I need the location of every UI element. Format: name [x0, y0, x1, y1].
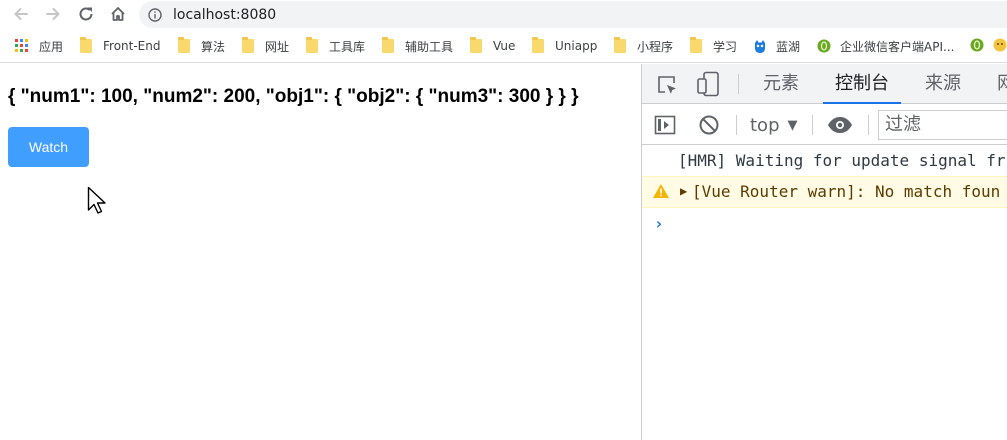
context-value: top: [750, 114, 780, 136]
toolbar-divider: [868, 115, 869, 135]
watch-button[interactable]: Watch: [8, 127, 89, 167]
mouse-cursor-icon: [87, 186, 106, 214]
apps-grid-icon: [15, 39, 29, 53]
bookmark-label: 蓝湖: [776, 39, 801, 54]
bookmark-label: 算法: [201, 39, 226, 54]
bookmark-study[interactable]: 学习: [690, 37, 737, 55]
bookmark-algorithm[interactable]: 算法: [178, 37, 225, 55]
bookmark-websites[interactable]: 网址: [242, 37, 289, 55]
folder-icon: [532, 37, 544, 53]
inspect-element-icon[interactable]: [656, 74, 678, 96]
folder-icon: [178, 37, 190, 53]
bookmark-lanhu[interactable]: 蓝湖: [754, 37, 800, 55]
sidebar-toggle-icon[interactable]: [654, 114, 676, 136]
context-selector[interactable]: top ▼: [750, 113, 798, 137]
bookmark-uniapp[interactable]: Uniapp: [532, 37, 597, 55]
warning-icon: [653, 184, 669, 198]
expand-triangle-icon[interactable]: ▶: [680, 184, 687, 198]
bookmark-label: 应用: [39, 39, 64, 54]
green-circle-icon: [817, 39, 831, 53]
bookmark-tool-library[interactable]: 工具库: [306, 37, 365, 55]
console-toolbar: top ▼ 过滤: [642, 105, 1007, 145]
folder-icon: [242, 37, 254, 53]
forward-button[interactable]: [42, 3, 64, 25]
device-toolbar-icon[interactable]: [696, 71, 720, 97]
console-warning-row[interactable]: ▶ [Vue Router warn]: No match foun: [642, 176, 1007, 208]
log-message: [HMR] Waiting for update signal fr: [678, 151, 1006, 170]
bookmark-vue[interactable]: Vue: [470, 37, 515, 55]
bookmark-label: 学习: [713, 39, 738, 54]
bookmark-label: 小程序: [637, 39, 674, 54]
bookmarks-bar: 应用 Front-End 算法 网址 工具库 辅助工具 Vue Uniapp 小…: [0, 29, 1007, 63]
tab-sources[interactable]: 来源: [925, 64, 961, 104]
emoji-icon[interactable]: [993, 38, 1007, 52]
json-output: { "num1": 100, "num2": 200, "obj1": { "o…: [8, 86, 579, 107]
home-icon: [111, 7, 125, 21]
console-log-row: [HMR] Waiting for update signal fr: [642, 146, 1007, 178]
bookmark-label: 企业微信客户端API...: [840, 39, 955, 54]
back-button[interactable]: [10, 3, 32, 25]
lanhu-icon: [755, 40, 765, 53]
caret-down-icon: ▼: [787, 117, 798, 133]
warning-message: [Vue Router warn]: No match foun: [692, 182, 1001, 201]
bookmark-wecom-api[interactable]: 企业微信客户端API...: [817, 37, 954, 55]
devtools-panel: 元素 控制台 来源 网 top ▼ 过滤 [HMR] Waiting for u…: [641, 64, 1007, 440]
folder-icon: [80, 37, 92, 53]
bookmark-label: 工具库: [329, 39, 366, 54]
console-filter-input[interactable]: 过滤: [878, 110, 1007, 140]
home-button[interactable]: [107, 3, 129, 25]
bookmark-label: Vue: [493, 39, 516, 53]
green-circle-icon[interactable]: [970, 38, 984, 52]
eye-icon[interactable]: [827, 116, 853, 134]
bookmark-apps[interactable]: 应用: [15, 37, 63, 55]
folder-icon: [690, 37, 702, 53]
folder-icon: [306, 37, 318, 53]
console-prompt[interactable]: ›: [654, 214, 664, 233]
tab-console[interactable]: 控制台: [823, 64, 901, 104]
browser-toolbar: localhost:8080: [0, 0, 1007, 29]
page-viewport: { "num1": 100, "num2": 200, "obj1": { "o…: [0, 64, 641, 440]
url-text[interactable]: localhost:8080: [173, 7, 276, 23]
devtools-tab-bar: 元素 控制台 来源 网: [642, 64, 1007, 104]
arrow-right-icon: [46, 8, 60, 20]
address-bar[interactable]: localhost:8080: [139, 1, 1007, 28]
clear-console-icon[interactable]: [698, 114, 720, 136]
bookmark-label: 辅助工具: [405, 39, 454, 54]
toolbar-divider: [738, 74, 739, 94]
tab-elements[interactable]: 元素: [763, 64, 799, 104]
folder-icon: [470, 37, 482, 53]
bookmark-label: Front-End: [103, 39, 161, 53]
reload-icon: [79, 7, 93, 21]
toolbar-divider: [812, 115, 813, 135]
toolbar-divider: [736, 115, 737, 135]
reload-button[interactable]: [75, 3, 97, 25]
tab-network[interactable]: 网: [997, 64, 1007, 104]
bookmark-front-end[interactable]: Front-End: [80, 37, 161, 55]
folder-icon: [614, 37, 626, 53]
bookmark-miniprogram[interactable]: 小程序: [614, 37, 673, 55]
bookmark-label: 网址: [265, 39, 290, 54]
bookmark-helper-tools[interactable]: 辅助工具: [382, 37, 453, 55]
info-icon[interactable]: [148, 7, 162, 22]
folder-icon: [382, 37, 394, 53]
bookmark-label: Uniapp: [555, 39, 598, 53]
arrow-left-icon: [14, 8, 28, 20]
